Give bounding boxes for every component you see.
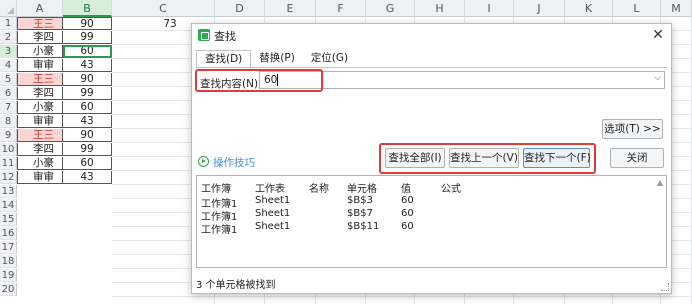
row-header-16[interactable]: 16 [0, 227, 17, 240]
row-header-13[interactable]: 13 [0, 185, 17, 198]
close-button[interactable]: 关闭 [610, 148, 664, 168]
cell-b4[interactable]: 43 [63, 59, 112, 72]
result-row-2-cell[interactable]: $B$7 [347, 208, 373, 219]
cell-c1[interactable]: 73 [155, 18, 185, 30]
app-icon [198, 29, 210, 41]
cell-a11[interactable]: 小豪 [17, 157, 63, 170]
cell-a2[interactable]: 李四 [17, 31, 63, 44]
tab-goto[interactable]: 定位(G) [303, 50, 356, 68]
row-header-18[interactable]: 18 [0, 255, 17, 268]
column-header-h[interactable]: H [415, 0, 465, 17]
row-header-19[interactable]: 19 [0, 269, 17, 282]
column-header-a[interactable]: A [17, 0, 63, 17]
results-list[interactable]: 工作簿 工作表 名称 单元格 值 公式 ▲ 工作簿1 Sheet1 $B$3 6… [196, 175, 667, 268]
row-header-11[interactable]: 11 [0, 157, 17, 170]
result-row-1-value[interactable]: 60 [401, 195, 414, 206]
dialog-title: 查找 [214, 30, 236, 43]
cell-b7[interactable]: 60 [63, 101, 112, 114]
column-header-m[interactable]: M [661, 0, 692, 17]
tab-divider [196, 67, 667, 68]
cell-b12[interactable]: 43 [63, 171, 112, 184]
cell-a12[interactable]: 审审 [17, 171, 63, 184]
results-header-workbook[interactable]: 工作簿 [201, 180, 231, 195]
cell-a5[interactable]: 王三 [17, 73, 63, 86]
results-header-formula[interactable]: 公式 [441, 180, 461, 195]
resize-grip-icon[interactable] [661, 283, 669, 291]
cell-b8[interactable]: 43 [63, 115, 112, 128]
row-header-15[interactable]: 15 [0, 213, 17, 226]
column-header-f[interactable]: F [316, 0, 366, 17]
row-header-1[interactable]: 1 [0, 17, 17, 30]
result-row-2-sheet[interactable]: Sheet1 [255, 208, 290, 219]
row-header-20[interactable]: 20 [0, 283, 17, 296]
cell-a10[interactable]: 李四 [17, 143, 63, 156]
results-header-name[interactable]: 名称 [309, 180, 329, 195]
cell-b10[interactable]: 99 [63, 143, 112, 156]
cell-b2[interactable]: 99 [63, 31, 112, 44]
row-header-10[interactable]: 10 [0, 143, 17, 156]
column-header-i[interactable]: I [465, 0, 514, 17]
cell-a6[interactable]: 李四 [17, 87, 63, 100]
column-header-d[interactable]: D [215, 0, 265, 17]
cell-b9[interactable]: 90 [63, 129, 112, 142]
results-header-sheet[interactable]: 工作表 [255, 180, 285, 195]
column-header-e[interactable]: E [265, 0, 316, 17]
result-row-3-value[interactable]: 60 [401, 221, 414, 232]
result-row-3-sheet[interactable]: Sheet1 [255, 221, 290, 232]
find-dialog: 查找 ✕ 查找(D) 替换(P) 定位(G) 查找内容(N): 60 ⌵ 选项(… [191, 23, 672, 294]
dialog-titlebar[interactable]: 查找 ✕ [192, 24, 671, 46]
cell-a3[interactable]: 小豪 [17, 45, 63, 58]
row-header-9[interactable]: 9 [0, 129, 17, 142]
column-header-j[interactable]: J [514, 0, 565, 17]
row-header-2[interactable]: 2 [0, 31, 17, 44]
annotation-box-find [195, 69, 323, 92]
close-icon[interactable]: ✕ [649, 26, 667, 44]
tab-replace[interactable]: 替换(P) [251, 50, 303, 68]
cell-a7[interactable]: 小豪 [17, 101, 63, 114]
scroll-up-icon[interactable]: ▲ [657, 178, 663, 187]
result-row-3-cell[interactable]: $B$11 [347, 221, 379, 232]
cell-a8[interactable]: 审审 [17, 115, 63, 128]
cell-b3[interactable]: 60 [63, 45, 112, 58]
row-header-17[interactable]: 17 [0, 241, 17, 254]
column-header-k[interactable]: K [565, 0, 613, 17]
row-header-3[interactable]: 3 [0, 45, 17, 58]
result-row-2-value[interactable]: 60 [401, 208, 414, 219]
result-row-1-cell[interactable]: $B$3 [347, 195, 373, 206]
column-header-c[interactable]: C [112, 0, 215, 17]
tab-find[interactable]: 查找(D) [196, 50, 252, 68]
row-header-8[interactable]: 8 [0, 115, 17, 128]
grid-horizontal-line [112, 296, 692, 297]
results-header-cell[interactable]: 单元格 [347, 180, 377, 195]
cell-a9[interactable]: 王三 [17, 129, 63, 142]
column-header-g[interactable]: G [366, 0, 415, 17]
cell-b11[interactable]: 60 [63, 157, 112, 170]
column-header-l[interactable]: L [613, 0, 661, 17]
cell-b1[interactable]: 90 [63, 17, 112, 30]
result-row-1-sheet[interactable]: Sheet1 [255, 195, 290, 206]
tips-label[interactable]: 操作技巧 [213, 155, 255, 170]
chevron-down-icon[interactable]: ⌵ [654, 73, 661, 83]
row-header-7[interactable]: 7 [0, 101, 17, 114]
cell-b6[interactable]: 99 [63, 87, 112, 100]
status-text: 3 个单元格被找到 [196, 280, 276, 291]
result-row-3-workbook[interactable]: 工作簿1 [201, 221, 237, 236]
select-all-corner[interactable] [0, 0, 17, 17]
cell-a1[interactable]: 王三 [17, 17, 63, 30]
cell-b5[interactable]: 90 [63, 73, 112, 86]
annotation-box-buttons [379, 143, 596, 174]
dialog-tabs: 查找(D) 替换(P) 定位(G) [196, 50, 356, 68]
row-header-5[interactable]: 5 [0, 73, 17, 86]
options-button[interactable]: 选项(T) >> [602, 119, 663, 139]
cell-a4[interactable]: 审审 [17, 59, 63, 72]
column-header-b[interactable]: B [63, 0, 112, 17]
row-header-6[interactable]: 6 [0, 87, 17, 100]
row-header-4[interactable]: 4 [0, 59, 17, 72]
row-header-14[interactable]: 14 [0, 199, 17, 212]
results-header-value[interactable]: 值 [401, 180, 411, 195]
play-circle-icon [198, 156, 209, 167]
row-header-12[interactable]: 12 [0, 171, 17, 184]
